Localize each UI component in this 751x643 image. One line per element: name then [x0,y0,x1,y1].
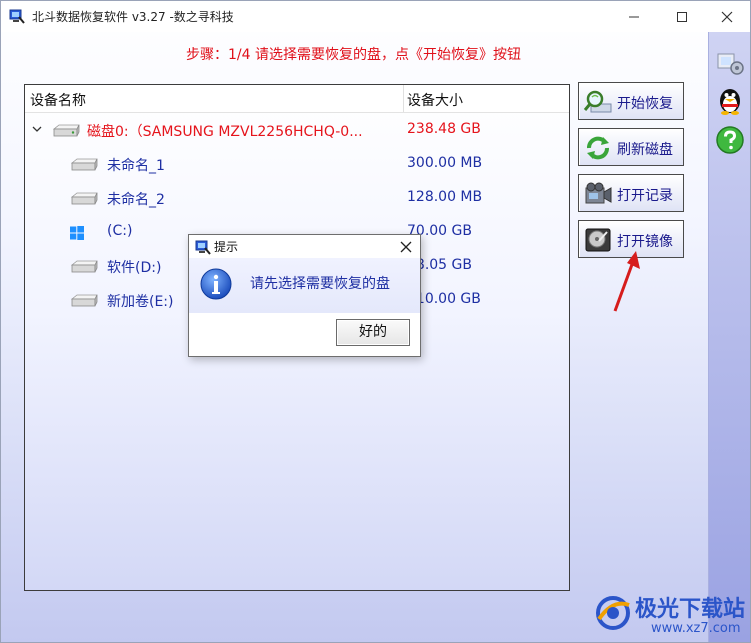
windows-icon [70,226,84,240]
maximize-button[interactable] [659,1,705,32]
device-name: 未命名_2 [107,192,165,208]
dialog-message: 请先选择需要恢复的盘 [250,276,390,292]
refresh-disk-button[interactable]: 刷新磁盘 [578,128,684,166]
dialog-title-bar: 提示 [189,235,420,258]
device-row-partition[interactable]: 未命名_1 300.00 MB [25,149,569,179]
device-row-disk0[interactable]: 磁盘0:（SAMSUNG MZVL2256HCHQ-0... 238.48 GB [25,115,569,145]
start-recovery-label: 开始恢复 [617,96,673,112]
device-size: 238.48 GB [407,121,481,137]
drive-icon [70,260,98,273]
start-recovery-button[interactable]: 开始恢复 [578,82,684,120]
close-button[interactable] [704,1,750,32]
device-name: 软件(D:) [107,260,162,276]
watermark-text: 极光下载站 [635,597,746,622]
maximize-icon [677,12,687,22]
device-size: 300.00 MB [407,155,483,171]
dialog-footer: 好的 [189,313,420,356]
app-logo-icon [9,9,25,24]
open-log-button[interactable]: 打开记录 [578,174,684,212]
open-image-label: 打开镜像 [617,234,673,250]
app-logo-icon [195,240,211,255]
dialog-body: 请先选择需要恢复的盘 [189,258,420,313]
settings-icon[interactable] [714,46,746,78]
dialog-close-icon[interactable] [398,239,414,255]
list-header: 设备名称 设备大小 [25,85,569,113]
drive-icon [70,294,98,307]
device-name: 磁盘0:（SAMSUNG MZVL2256HCHQ-0... [87,124,363,140]
device-size: 128.00 MB [407,189,483,205]
column-divider[interactable] [403,85,404,112]
watermark-url: www.xz7.com [651,621,741,636]
help-icon[interactable] [714,124,746,156]
drive-icon [70,158,98,171]
step-instruction: 步骤：1/4 请选择需要恢复的盘，点《开始恢复》按钮 [186,47,521,63]
window-title: 北斗数据恢复软件 v3.27 -数之寻科技 [32,10,234,24]
title-bar: 北斗数据恢复软件 v3.27 -数之寻科技 [1,1,750,32]
column-header-name[interactable]: 设备名称 [30,90,86,110]
dialog-title: 提示 [214,240,239,254]
magnifier-disk-icon [583,90,612,113]
camera-icon [585,182,612,204]
minimize-button[interactable] [611,1,657,32]
refresh-icon [587,136,609,160]
drive-icon [70,192,98,205]
prompt-dialog: 提示 请先选择需要恢复的盘 好的 [188,234,421,357]
watermark: 极光下载站 www.xz7.com [591,589,749,641]
hard-disk-icon [52,124,80,137]
annotation-arrow [613,251,640,312]
ok-button[interactable]: 好的 [336,319,410,346]
app-window: 北斗数据恢复软件 v3.27 -数之寻科技 步骤：1/4 请选择需要恢复的盘，点… [0,0,751,643]
info-icon [200,268,232,300]
device-name: (C:) [107,223,133,239]
device-row-partition[interactable]: 未命名_2 128.00 MB [25,183,569,213]
close-icon [721,11,733,23]
device-name: 新加卷(E:) [107,294,174,310]
open-log-label: 打开记录 [617,188,673,204]
refresh-disk-label: 刷新磁盘 [617,142,673,158]
column-header-size[interactable]: 设备大小 [407,90,463,110]
qq-penguin-icon[interactable] [714,84,746,116]
minimize-icon [629,16,639,18]
chevron-down-icon[interactable] [31,123,43,135]
watermark-logo-icon [596,596,630,630]
right-dock [708,32,750,642]
device-name: 未命名_1 [107,158,165,174]
